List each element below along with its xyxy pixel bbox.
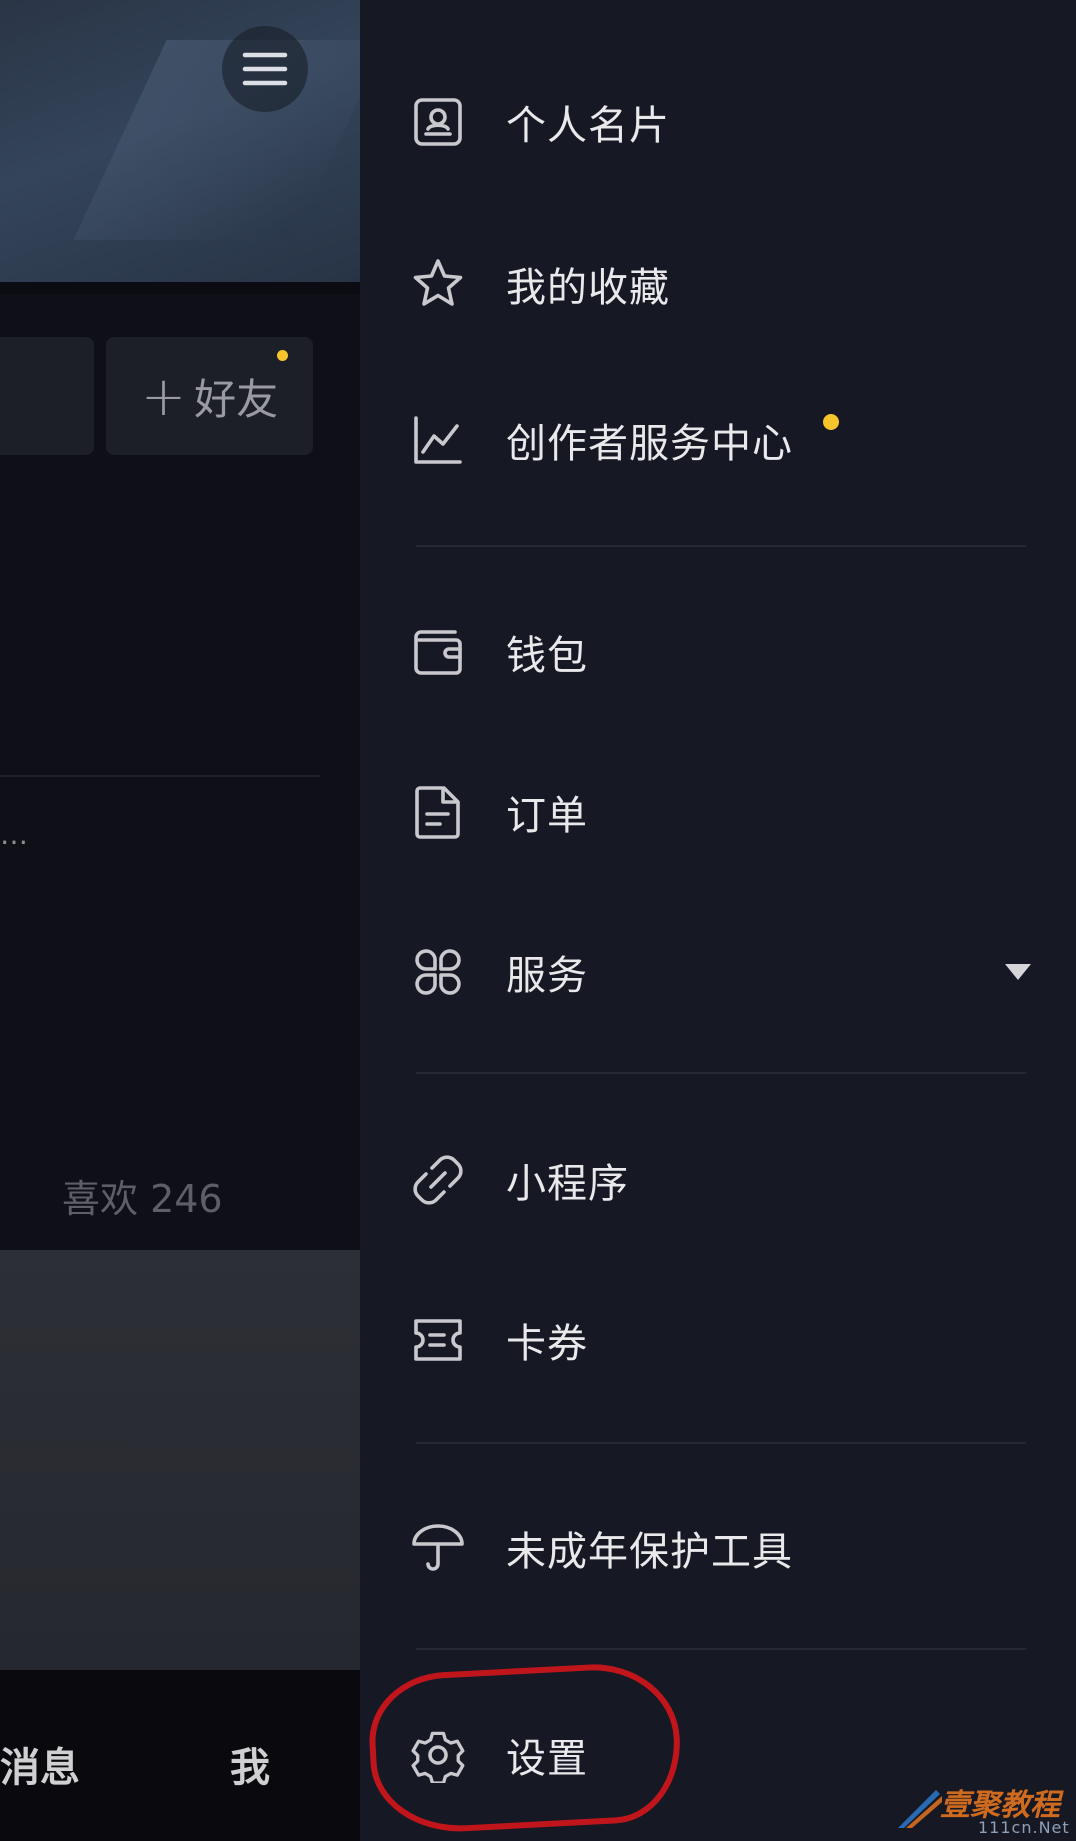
divider: [416, 545, 1026, 547]
ticket-icon: [410, 1312, 466, 1368]
chevron-down-icon[interactable]: [1005, 964, 1031, 980]
divider: [416, 1648, 1026, 1650]
notification-dot: [277, 350, 288, 361]
edit-profile-button[interactable]: [0, 337, 94, 455]
plus-icon: +: [140, 364, 187, 428]
menu-item-wallet[interactable]: 钱包: [360, 592, 1076, 712]
likes-tab[interactable]: 喜欢 246: [62, 1168, 223, 1223]
truncated-text: …: [0, 818, 30, 851]
document-icon: [410, 784, 466, 840]
menu-item-services[interactable]: 服务: [360, 912, 1076, 1032]
video-thumbnail[interactable]: [0, 1250, 360, 1670]
menu-item-creator-center[interactable]: 创作者服务中心: [360, 380, 1076, 500]
chart-icon: [410, 412, 466, 468]
menu-item-coupons[interactable]: 卡券: [360, 1280, 1076, 1400]
divider: [0, 775, 320, 777]
menu-item-profile-card[interactable]: 个人名片: [360, 62, 1076, 182]
notification-dot: [823, 414, 839, 430]
menu-item-mini-programs[interactable]: 小程序: [360, 1120, 1076, 1240]
star-icon: [410, 256, 466, 312]
profile-page-background: + 好友 … 喜欢 246 消息 我: [0, 0, 360, 1841]
add-friend-label: 好友: [194, 374, 279, 424]
gear-icon: [410, 1727, 466, 1783]
link-icon: [410, 1152, 466, 1208]
menu-item-label: 服务: [506, 953, 588, 999]
umbrella-icon: [410, 1520, 466, 1576]
nav-me[interactable]: 我: [230, 1735, 270, 1793]
menu-item-favorites[interactable]: 我的收藏: [360, 224, 1076, 344]
menu-item-label: 我的收藏: [506, 265, 670, 311]
nav-messages[interactable]: 消息: [0, 1735, 80, 1793]
divider: [416, 1072, 1026, 1074]
divider: [416, 1442, 1026, 1444]
menu-item-label: 个人名片: [506, 103, 670, 149]
menu-item-label: 订单: [506, 793, 588, 839]
id-card-icon: [410, 94, 466, 150]
menu-item-orders[interactable]: 订单: [360, 752, 1076, 872]
menu-button[interactable]: [222, 26, 308, 112]
menu-item-label: 创作者服务中心: [506, 421, 793, 467]
menu-item-minor-protection[interactable]: 未成年保护工具: [360, 1488, 1076, 1608]
hamburger-icon: [242, 52, 288, 86]
profile-cover-image: [0, 0, 360, 282]
menu-item-label: 卡券: [506, 1321, 588, 1367]
grid-icon: [410, 944, 466, 1000]
menu-item-settings[interactable]: 设置: [360, 1695, 1076, 1815]
side-drawer: 个人名片 我的收藏 创作者服务中心 钱包 订单 服务 小程序 卡券 未成年保护工…: [360, 0, 1076, 1841]
menu-item-label: 小程序: [506, 1161, 629, 1207]
menu-item-label: 钱包: [506, 633, 588, 679]
menu-item-label: 未成年保护工具: [506, 1529, 793, 1575]
add-friend-button[interactable]: + 好友: [106, 337, 313, 455]
menu-item-label: 设置: [506, 1736, 588, 1782]
wallet-icon: [410, 624, 466, 680]
